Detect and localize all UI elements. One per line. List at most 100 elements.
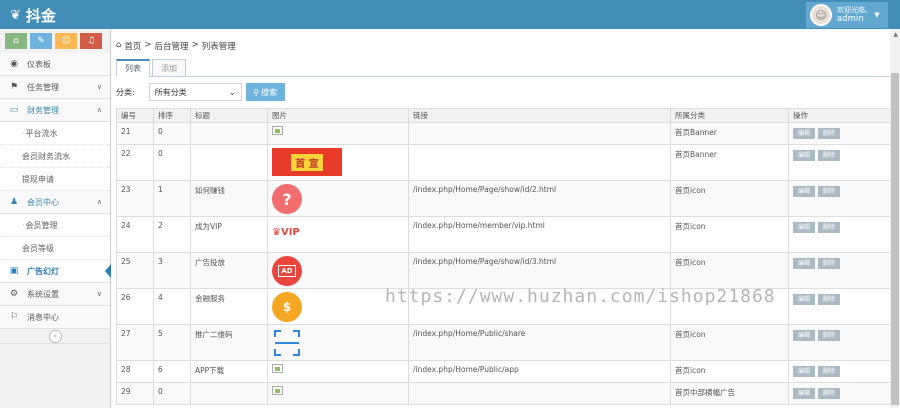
tab-list[interactable]: 列表 [116, 59, 150, 77]
table-row: 24 2 成为VIP ♛VIP /index.php/Home/member/v… [116, 216, 891, 253]
sidebar-subitem-label: 提现申请 [22, 174, 54, 184]
edit-button[interactable]: 编辑 [793, 150, 815, 161]
column-header: 操作 [788, 108, 891, 123]
delete-button[interactable]: 删除 [818, 150, 840, 161]
filter-bar: 分类: 所有分类 ⌄ ⚲ 搜索 [116, 83, 285, 101]
table-row: 28 6 APP下载 /index.php/Home/Public/app 首页… [116, 360, 891, 383]
bell-icon[interactable]: ♫ [80, 33, 102, 49]
sidebar-subitem-label: 会员财务流水 [22, 151, 70, 161]
chevron-up-icon: ∧ [96, 198, 102, 206]
ad-icon: AD [272, 256, 302, 286]
edit-button[interactable]: 编辑 [793, 128, 815, 139]
sidebar-item-member[interactable]: ♟ 会员中心 ∧ [0, 191, 110, 214]
sidebar-item-system[interactable]: ⚙ 系统设置 ∨ [0, 283, 110, 306]
sidebar-subitem-member-finance[interactable]: 会员财务流水 [0, 145, 110, 168]
sidebar-subitem-label: 平台流水 [25, 128, 58, 138]
user-info: 欢迎光临, admin [837, 6, 867, 24]
sidebar-item-dashboard[interactable]: ◉ 仪表板 [0, 53, 110, 76]
user-icon: ♟ [9, 197, 19, 207]
chevron-up-icon: ∧ [96, 106, 102, 114]
flag-icon: ⚑ [9, 82, 19, 92]
edit-button[interactable]: 编辑 [793, 258, 815, 269]
table-row: 25 3 广告投放 AD /index.php/Home/Page/show/i… [116, 252, 891, 289]
scroll-thumb[interactable] [891, 73, 899, 405]
tab-bar: 列表 添加 [116, 59, 890, 77]
watermark: https://www.huzhan.com/ishop21868 [385, 286, 776, 307]
breadcrumb-admin[interactable]: 后台管理 [155, 40, 189, 52]
delete-button[interactable]: 删除 [818, 186, 840, 197]
table-row: 27 5 推广二维码 /index.php/Home/Public/share … [116, 324, 891, 361]
delete-button[interactable]: 删除 [818, 258, 840, 269]
sidebar-subitem-withdraw[interactable]: 提现申请 [0, 168, 110, 191]
bookmark-icon: ⚐ [9, 312, 19, 322]
column-header: 图片 [267, 108, 409, 123]
table-header-row: 编号 排序 标题 图片 链接 所属分类 操作 [116, 108, 891, 123]
scrollbar[interactable]: ▲ [890, 29, 900, 408]
tab-add[interactable]: 添加 [152, 59, 186, 77]
gear-icon: ⚙ [9, 289, 19, 299]
top-navbar: ❦ 抖金 ☺ 欢迎光临, admin ▼ [0, 0, 900, 29]
edit-button[interactable]: 编辑 [793, 294, 815, 305]
home-icon[interactable]: ⌂ [5, 33, 27, 49]
sidebar-item-task[interactable]: ⚑ 任务管理 ∨ [0, 76, 110, 99]
search-icon: ⚲ [253, 87, 260, 97]
brand-logo[interactable]: ❦ 抖金 [10, 5, 56, 26]
delete-button[interactable]: 删除 [818, 388, 840, 399]
money-bag-icon: $ [272, 292, 302, 322]
column-header: 排序 [153, 108, 191, 123]
category-select-value: 所有分类 [154, 87, 187, 97]
column-header: 标题 [190, 108, 268, 123]
edit-button[interactable]: 编辑 [793, 366, 815, 377]
sidebar-subitem-platform-flow[interactable]: · 平台流水 [0, 122, 110, 145]
active-indicator [105, 264, 111, 278]
edit-button[interactable]: 编辑 [793, 186, 815, 197]
sidebar-item-label: 仪表板 [27, 59, 51, 69]
delete-button[interactable]: 删除 [818, 128, 840, 139]
table-row: 22 0 首 宣 首页Banner 编辑 删除 [116, 144, 891, 181]
sidebar-item-messages[interactable]: ⚐ 消息中心 [0, 306, 110, 329]
sidebar-item-label: 任务管理 [27, 82, 59, 92]
sidebar-item-finance[interactable]: ▭ 财务管理 ∧ [0, 99, 110, 122]
search-button[interactable]: ⚲ 搜索 [245, 83, 285, 101]
sidebar-item-label: 财务管理 [27, 105, 59, 115]
home-icon: ⌂ [116, 40, 122, 50]
sidebar-item-ads[interactable]: ▣ 广告幻灯 [0, 260, 111, 283]
wallet-icon: ▭ [9, 105, 19, 115]
edit-button[interactable]: 编辑 [793, 330, 815, 341]
delete-button[interactable]: 删除 [818, 294, 840, 305]
vip-icon: ♛VIP [272, 227, 300, 238]
delete-button[interactable]: 删除 [818, 222, 840, 233]
edit-button[interactable]: 编辑 [793, 222, 815, 233]
broken-image-icon [272, 364, 283, 373]
delete-button[interactable]: 删除 [818, 366, 840, 377]
sidebar-shortcuts: ⌂ ✎ ☺ ♫ [0, 29, 110, 53]
pencil-icon[interactable]: ✎ [30, 33, 52, 49]
column-header: 所属分类 [670, 108, 789, 123]
sidebar-item-label: 广告幻灯 [27, 266, 59, 276]
breadcrumb-home[interactable]: 首页 [124, 40, 141, 52]
column-header: 编号 [116, 108, 154, 123]
avatar: ☺ [810, 4, 832, 26]
breadcrumb-current: 列表管理 [201, 42, 236, 52]
sidebar-subitem-label: 会员等级 [22, 243, 54, 253]
users-icon[interactable]: ☺ [55, 33, 77, 49]
filter-label: 分类: [116, 87, 135, 97]
collapse-icon[interactable]: « [48, 329, 62, 343]
picture-icon: ▣ [9, 266, 19, 276]
breadcrumb: ⌂ 首页 > 后台管理 > 列表管理 [116, 40, 236, 52]
table-row: 23 1 如何赚钱 ? /index.php/Home/Page/show/id… [116, 180, 891, 217]
sidebar-item-label: 系统设置 [27, 289, 59, 299]
leaf-icon: ❦ [10, 8, 21, 23]
scroll-up-icon[interactable]: ▲ [893, 31, 898, 38]
category-select[interactable]: 所有分类 ⌄ [148, 83, 242, 101]
sidebar-subitem-member-level[interactable]: 会员等级 [0, 237, 110, 260]
caret-down-icon: ▼ [874, 11, 880, 19]
table-row: 21 0 首页Banner 编辑 删除 [116, 122, 891, 145]
sidebar-subitem-member-manage[interactable]: · 会员管理 [0, 214, 110, 237]
edit-button[interactable]: 编辑 [793, 388, 815, 399]
delete-button[interactable]: 删除 [818, 330, 840, 341]
broken-image-icon [272, 386, 283, 395]
broken-image-icon [272, 126, 283, 135]
user-menu[interactable]: ☺ 欢迎光临, admin ▼ [806, 2, 888, 28]
sidebar: ⌂ ✎ ☺ ♫ ◉ 仪表板 ⚑ 任务管理 ∨ ▭ 财务管理 ∧ · 平台流水 会员… [0, 29, 111, 408]
